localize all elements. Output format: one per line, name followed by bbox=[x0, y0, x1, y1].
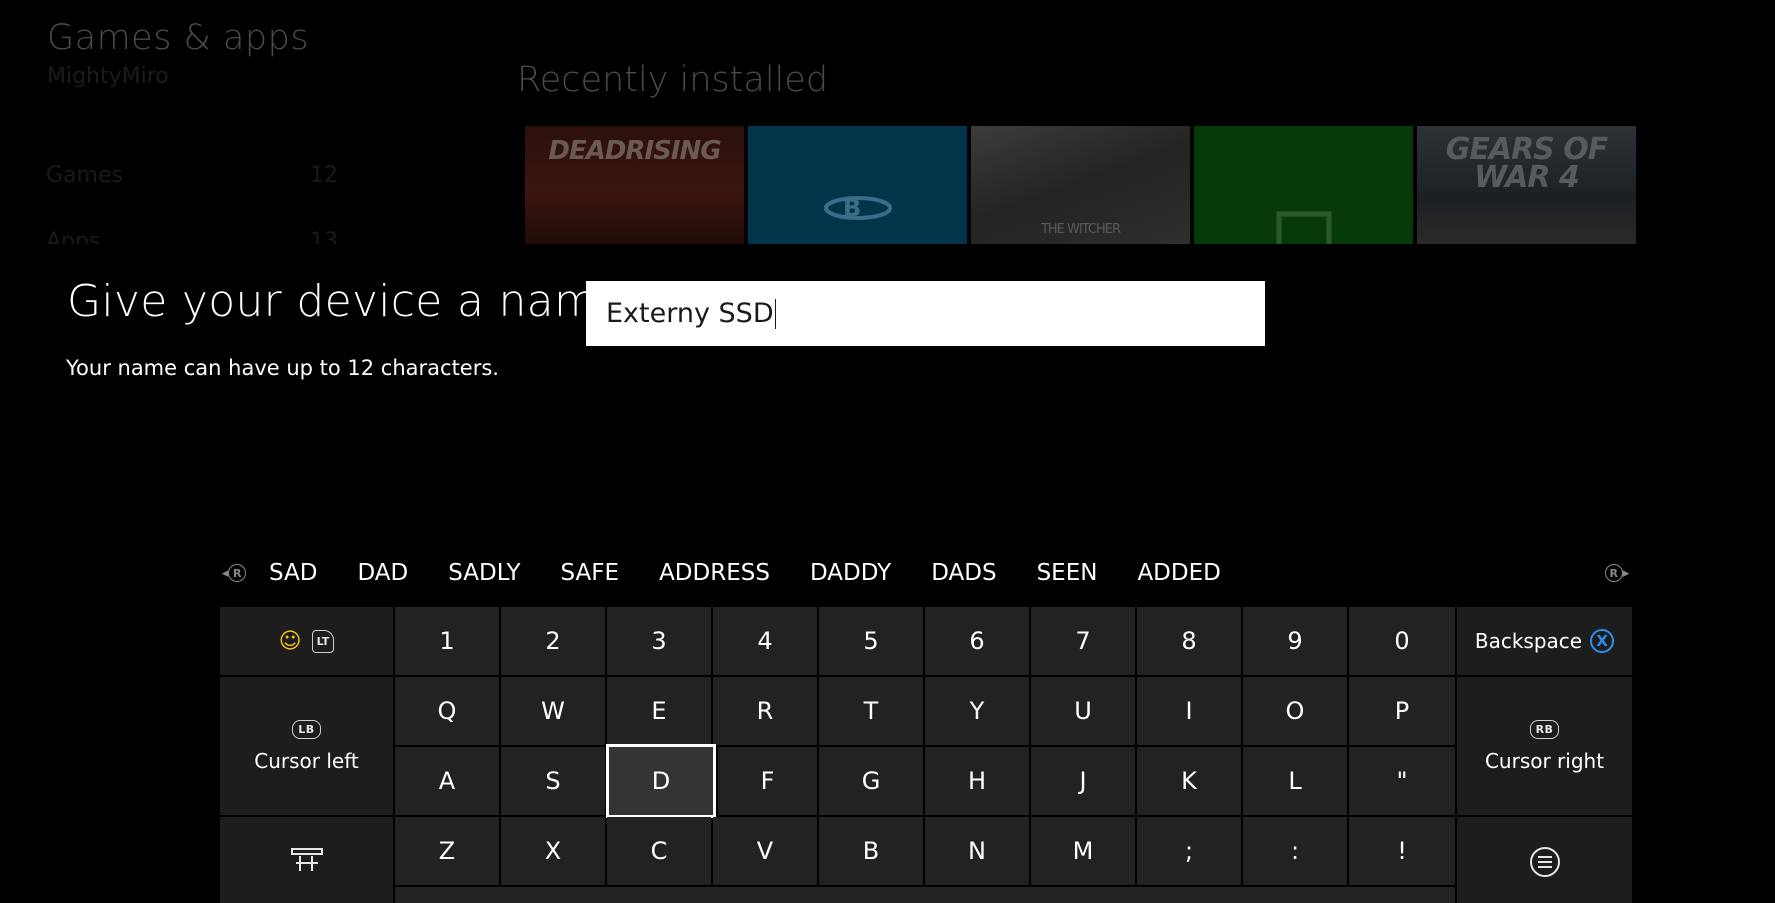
key-7[interactable]: 7 bbox=[1031, 607, 1135, 675]
bluray-icon: B bbox=[823, 194, 892, 222]
key-6[interactable]: 6 bbox=[925, 607, 1029, 675]
nav-item-games: Games 12 bbox=[46, 163, 338, 229]
menu-icon bbox=[1529, 847, 1560, 877]
key-e[interactable]: E bbox=[607, 677, 711, 745]
tile-logo-text: DEADRISING bbox=[548, 136, 721, 166]
chevron-right-icon: ▸ bbox=[1622, 565, 1630, 581]
key-p[interactable]: P bbox=[1349, 677, 1455, 745]
svg-text:B: B bbox=[843, 194, 861, 222]
dialog-hint: Your name can have up to 12 characters. bbox=[66, 356, 499, 380]
key-f[interactable]: F bbox=[718, 747, 817, 815]
key-2[interactable]: 2 bbox=[501, 607, 605, 675]
key-s[interactable]: S bbox=[501, 747, 605, 815]
suggestion-item[interactable]: SAD bbox=[249, 560, 337, 586]
cursor-left-key[interactable]: LB Cursor left bbox=[220, 677, 393, 815]
device-name-value: Externy SSD bbox=[606, 298, 774, 329]
key-d-focused[interactable]: D bbox=[606, 744, 716, 818]
text-caret bbox=[774, 298, 776, 329]
key-o[interactable]: O bbox=[1243, 677, 1347, 745]
suggestion-list: SAD DAD SADLY SAFE ADDRESS DADDY DADS SE… bbox=[249, 560, 1602, 586]
dialog-title: Give your device a name bbox=[67, 276, 625, 327]
tile-witcher: THE WITCHER bbox=[971, 126, 1190, 246]
tile-logo-text: THE WITCHER bbox=[1040, 222, 1121, 237]
key-x[interactable]: X bbox=[501, 817, 605, 885]
key-c[interactable]: C bbox=[607, 817, 711, 885]
cursor-left-label: Cursor left bbox=[254, 748, 359, 773]
key-v[interactable]: V bbox=[713, 817, 817, 885]
recently-installed-heading: Recently installed bbox=[517, 60, 829, 100]
key-9[interactable]: 9 bbox=[1243, 607, 1347, 675]
tile-dead-rising: DEADRISING bbox=[525, 126, 744, 246]
key-a[interactable]: A bbox=[395, 747, 499, 815]
key-r[interactable]: R bbox=[713, 677, 817, 745]
onscreen-keyboard: ☺ LT LB Cursor left Backspace X RB Curso… bbox=[220, 607, 1632, 903]
key-n[interactable]: N bbox=[925, 817, 1029, 885]
cursor-right-label: Cursor right bbox=[1484, 748, 1605, 773]
backspace-key[interactable]: Backspace X bbox=[1457, 607, 1632, 675]
keyboard-layout-icon bbox=[290, 848, 323, 871]
key-3[interactable]: 3 bbox=[607, 607, 711, 675]
key-m[interactable]: M bbox=[1031, 817, 1135, 885]
cursor-right-key[interactable]: RB Cursor right bbox=[1457, 677, 1632, 815]
key-y[interactable]: Y bbox=[925, 677, 1029, 745]
menu-key[interactable] bbox=[1457, 817, 1632, 903]
key-z[interactable]: Z bbox=[395, 817, 499, 885]
nav-item-count: 12 bbox=[310, 163, 338, 188]
x-button-icon: X bbox=[1590, 629, 1615, 653]
key-1[interactable]: 1 bbox=[395, 607, 499, 675]
device-name-input[interactable]: Externy SSD bbox=[586, 281, 1265, 346]
key-8[interactable]: 8 bbox=[1137, 607, 1241, 675]
key-q[interactable]: Q bbox=[395, 677, 499, 745]
key-t[interactable]: T bbox=[819, 677, 923, 745]
recently-installed-tiles: DEADRISING B THE WITCHER GEARS OF WAR 4 bbox=[525, 126, 1636, 246]
smiley-icon: ☺ bbox=[278, 628, 302, 654]
tile-app-green bbox=[1194, 126, 1413, 246]
suggestion-item[interactable]: SADLY bbox=[428, 560, 540, 586]
suggestion-item[interactable]: SEEN bbox=[1017, 560, 1118, 586]
monitor-icon bbox=[1276, 211, 1331, 246]
key-exclamation[interactable]: ! bbox=[1349, 817, 1455, 885]
keyboard-layout-key[interactable] bbox=[220, 817, 393, 903]
key-u[interactable]: U bbox=[1031, 677, 1135, 745]
tile-bluray: B bbox=[748, 126, 967, 246]
key-g[interactable]: G bbox=[819, 747, 923, 815]
left-bumper-icon: LB bbox=[292, 719, 321, 739]
left-trigger-icon: LT bbox=[311, 629, 335, 653]
suggestion-item[interactable]: ADDRESS bbox=[639, 560, 790, 586]
backspace-label: Backspace bbox=[1474, 629, 1583, 653]
space-key[interactable] bbox=[395, 887, 1455, 903]
suggestion-item[interactable]: DAD bbox=[337, 560, 428, 586]
nav-item-label: Games bbox=[46, 163, 123, 188]
emoji-key[interactable]: ☺ LT bbox=[220, 607, 393, 675]
key-i[interactable]: I bbox=[1137, 677, 1241, 745]
suggestions-prev-button[interactable]: ◂ R bbox=[219, 561, 249, 585]
right-stick-icon: R bbox=[1604, 564, 1623, 582]
key-semicolon[interactable]: ; bbox=[1137, 817, 1241, 885]
background-gamertag: MightyMiro bbox=[47, 64, 169, 89]
key-double-quote[interactable]: " bbox=[1349, 747, 1455, 815]
right-stick-icon: R bbox=[228, 564, 247, 582]
key-b[interactable]: B bbox=[819, 817, 923, 885]
suggestion-item[interactable]: DADDY bbox=[790, 560, 911, 586]
suggestion-item[interactable]: ADDED bbox=[1117, 560, 1240, 586]
key-colon[interactable]: : bbox=[1243, 817, 1347, 885]
key-0[interactable]: 0 bbox=[1349, 607, 1455, 675]
suggestion-item[interactable]: DADS bbox=[911, 560, 1016, 586]
suggestions-next-button[interactable]: R ▸ bbox=[1602, 561, 1632, 585]
tile-logo-text: GEARS OF WAR 4 bbox=[1445, 132, 1608, 195]
key-h[interactable]: H bbox=[925, 747, 1029, 815]
suggestion-item[interactable]: SAFE bbox=[541, 560, 640, 586]
key-k[interactable]: K bbox=[1137, 747, 1241, 815]
suggestion-bar: ◂ R SAD DAD SADLY SAFE ADDRESS DADDY DADS… bbox=[219, 553, 1632, 593]
key-4[interactable]: 4 bbox=[713, 607, 817, 675]
key-l[interactable]: L bbox=[1243, 747, 1347, 815]
key-j[interactable]: J bbox=[1031, 747, 1135, 815]
right-bumper-icon: RB bbox=[1529, 719, 1560, 739]
key-5[interactable]: 5 bbox=[819, 607, 923, 675]
screen: Games & apps MightyMiro Games 12 Apps 13… bbox=[0, 0, 1775, 903]
background-page-title: Games & apps bbox=[47, 18, 310, 58]
key-w[interactable]: W bbox=[501, 677, 605, 745]
tile-gears-of-war: GEARS OF WAR 4 bbox=[1417, 126, 1636, 246]
